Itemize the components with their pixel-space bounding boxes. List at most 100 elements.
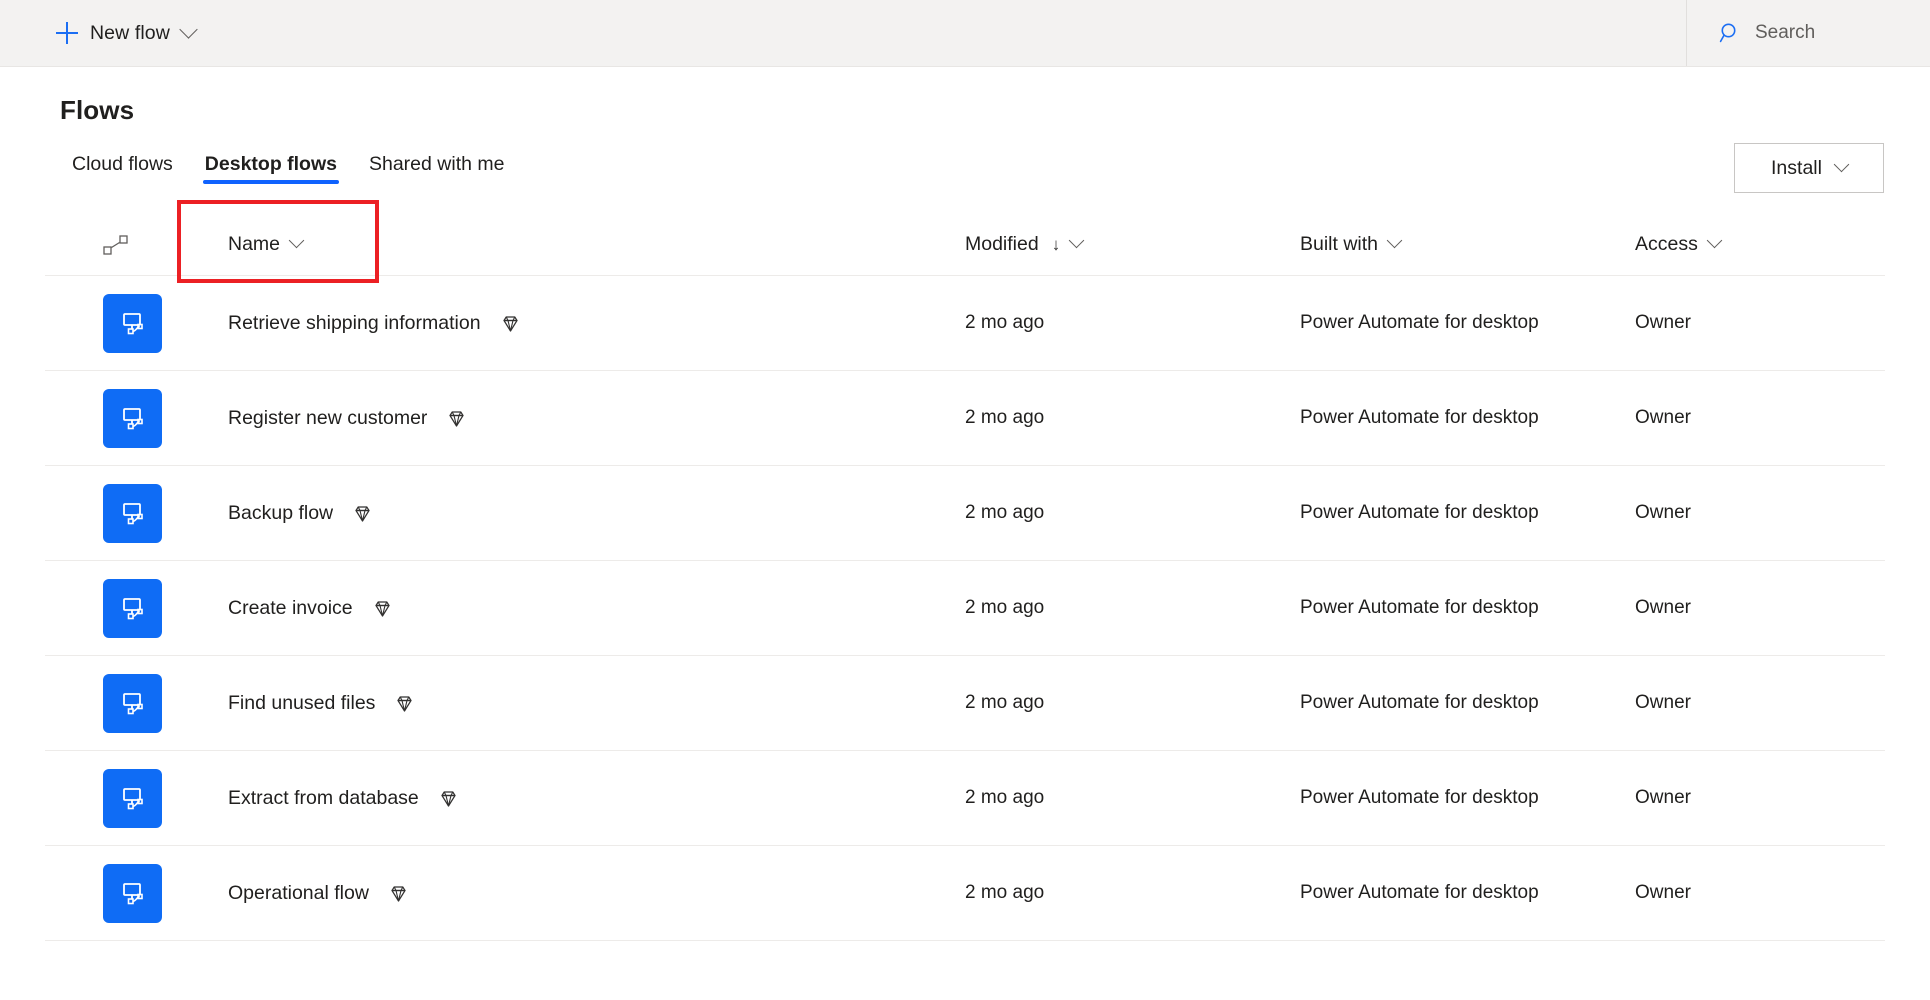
premium-diamond-icon (446, 408, 467, 429)
access-value: Owner (1635, 312, 1691, 333)
access-value: Owner (1635, 597, 1691, 618)
row-access-cell: Owner (1635, 787, 1885, 809)
table-row[interactable]: Operational flow 2 mo ago Power Automate… (45, 846, 1885, 941)
row-name-cell[interactable]: Find unused files (185, 692, 965, 715)
row-built-with-cell: Power Automate for desktop (1300, 312, 1635, 334)
modified-value: 2 mo ago (965, 312, 1045, 333)
flow-connector-icon (103, 234, 129, 256)
desktop-flow-icon (103, 673, 162, 733)
search-placeholder: Search (1755, 22, 1816, 43)
row-icon-cell (45, 863, 185, 923)
tab-shared-with-me[interactable]: Shared with me (353, 152, 520, 189)
command-bar-right: Search (1686, 0, 1930, 66)
access-value: Owner (1635, 692, 1691, 713)
row-name-cell[interactable]: Extract from database (185, 787, 965, 810)
table-row[interactable]: Find unused files 2 mo ago Power Automat… (45, 656, 1885, 751)
desktop-flow-icon (103, 483, 162, 543)
row-access-cell: Owner (1635, 407, 1885, 429)
row-name-cell[interactable]: Operational flow (185, 882, 965, 905)
column-header-access[interactable]: Access (1635, 232, 1885, 256)
install-button[interactable]: Install (1734, 143, 1884, 193)
flows-page: Flows Install Cloud flows Desktop flows … (0, 67, 1930, 941)
row-access-cell: Owner (1635, 502, 1885, 524)
row-access-cell: Owner (1635, 692, 1885, 714)
row-icon-cell (45, 673, 185, 733)
row-icon-cell (45, 483, 185, 543)
column-header-label: Modified (965, 233, 1039, 255)
flow-name: Retrieve shipping information (228, 311, 481, 334)
modified-value: 2 mo ago (965, 597, 1045, 618)
row-built-with-cell: Power Automate for desktop (1300, 787, 1635, 809)
table-row[interactable]: Extract from database 2 mo ago Power Aut… (45, 751, 1885, 846)
access-value: Owner (1635, 502, 1691, 523)
table-row[interactable]: Create invoice 2 mo ago Power Automate f… (45, 561, 1885, 656)
modified-value: 2 mo ago (965, 407, 1045, 428)
chevron-down-icon (1706, 232, 1723, 249)
row-name-cell[interactable]: Create invoice (185, 597, 965, 620)
table-row[interactable]: Register new customer 2 mo ago Power Aut… (45, 371, 1885, 466)
premium-diamond-icon (352, 503, 373, 524)
column-header-name-inner: Name (228, 232, 305, 256)
chevron-down-icon[interactable] (179, 19, 198, 39)
access-value: Owner (1635, 407, 1691, 428)
row-modified-cell: 2 mo ago (965, 312, 1300, 334)
row-modified-cell: 2 mo ago (965, 787, 1300, 809)
table-row[interactable]: Backup flow 2 mo ago Power Automate for … (45, 466, 1885, 561)
flow-name: Register new customer (228, 406, 428, 429)
modified-value: 2 mo ago (965, 692, 1045, 713)
table-row[interactable]: Retrieve shipping information 2 mo ago P… (45, 276, 1885, 371)
built-with-value: Power Automate for desktop (1300, 597, 1539, 618)
premium-diamond-icon (388, 883, 409, 904)
row-built-with-cell: Power Automate for desktop (1300, 597, 1635, 619)
desktop-flow-icon (103, 388, 162, 448)
modified-value: 2 mo ago (965, 502, 1045, 523)
premium-diamond-icon (394, 693, 415, 714)
row-access-cell: Owner (1635, 597, 1885, 619)
command-bar-left: New flow (0, 0, 203, 66)
plus-icon (56, 22, 78, 44)
column-header-modified[interactable]: Modified ↓ (965, 232, 1300, 256)
column-header-built-with[interactable]: Built with (1300, 232, 1635, 256)
premium-diamond-icon (372, 598, 393, 619)
tab-desktop-flows[interactable]: Desktop flows (189, 152, 353, 189)
row-name-cell[interactable]: Retrieve shipping information (185, 312, 965, 335)
flow-name: Create invoice (228, 596, 353, 619)
sort-descending-icon: ↓ (1051, 235, 1061, 254)
command-bar: New flow Search (0, 0, 1930, 67)
access-value: Owner (1635, 882, 1691, 903)
search-icon (1719, 22, 1741, 44)
premium-diamond-icon (500, 313, 521, 334)
search-input[interactable]: Search (1719, 11, 1906, 55)
row-name-cell[interactable]: Register new customer (185, 407, 965, 430)
row-icon-cell (45, 388, 185, 448)
row-modified-cell: 2 mo ago (965, 597, 1300, 619)
desktop-flow-icon (103, 768, 162, 828)
column-header-label: Built with (1300, 233, 1379, 255)
install-label: Install (1771, 156, 1822, 179)
tab-label: Cloud flows (72, 152, 173, 175)
row-icon-cell (45, 293, 185, 353)
chevron-down-icon (288, 232, 305, 249)
premium-diamond-icon (438, 788, 459, 809)
tab-label: Desktop flows (204, 152, 337, 175)
tab-label: Shared with me (368, 152, 505, 175)
flow-name: Extract from database (228, 786, 419, 809)
modified-value: 2 mo ago (965, 882, 1045, 903)
built-with-value: Power Automate for desktop (1300, 502, 1539, 523)
flow-name: Find unused files (228, 691, 376, 714)
row-icon-cell (45, 578, 185, 638)
row-modified-cell: 2 mo ago (965, 407, 1300, 429)
row-built-with-cell: Power Automate for desktop (1300, 882, 1635, 904)
column-header-icon[interactable] (45, 234, 185, 256)
flow-name: Backup flow (228, 501, 334, 524)
new-flow-button[interactable]: New flow (48, 11, 203, 55)
row-access-cell: Owner (1635, 312, 1885, 334)
column-header-modified-inner: Modified ↓ (965, 232, 1085, 256)
row-name-cell[interactable]: Backup flow (185, 502, 965, 525)
column-header-name[interactable]: Name (185, 232, 965, 256)
column-header-label: Name (228, 233, 281, 255)
tab-cloud-flows[interactable]: Cloud flows (56, 152, 189, 189)
row-built-with-cell: Power Automate for desktop (1300, 407, 1635, 429)
row-built-with-cell: Power Automate for desktop (1300, 502, 1635, 524)
column-header-built-with-inner: Built with (1300, 232, 1403, 256)
